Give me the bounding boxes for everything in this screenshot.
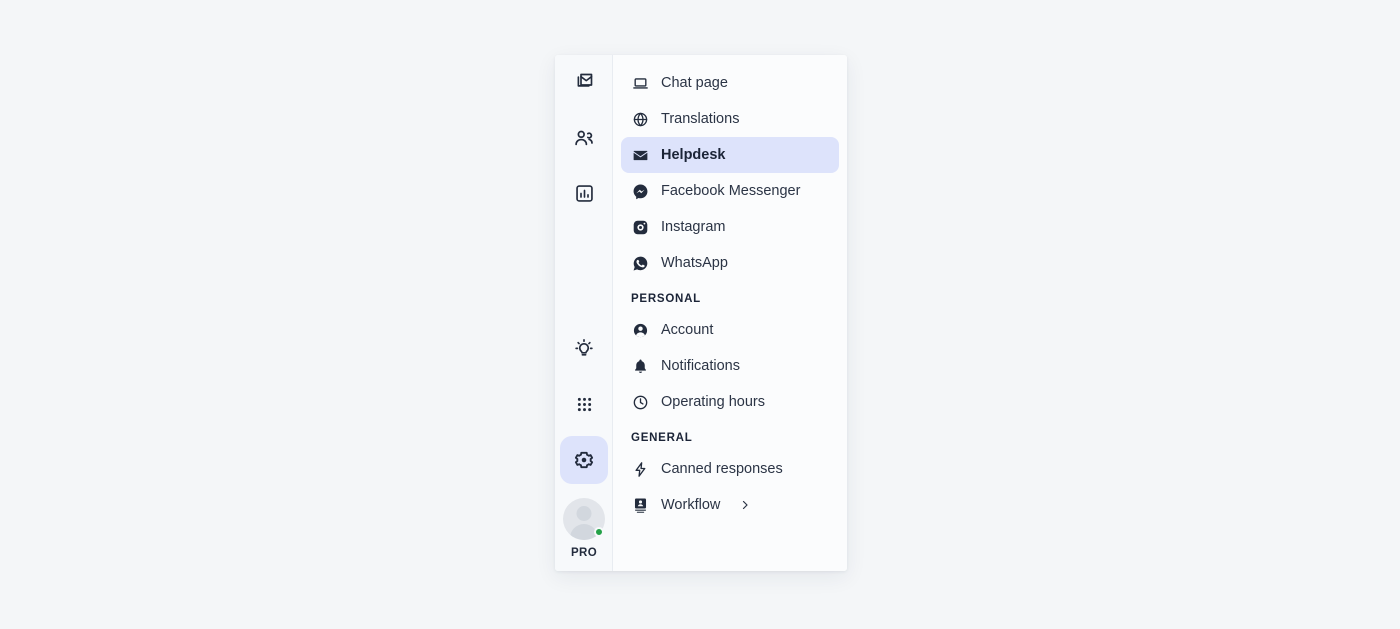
avatar[interactable]	[563, 498, 605, 540]
menu-item-whatsapp[interactable]: WhatsApp	[621, 245, 839, 281]
menu-item-chat-page[interactable]: Chat page	[621, 65, 839, 101]
menu-item-label: Operating hours	[661, 393, 765, 410]
menu-item-label: Notifications	[661, 357, 740, 374]
envelope-icon	[631, 146, 649, 164]
primary-icon-rail: PRO	[555, 55, 613, 571]
laptop-icon	[631, 74, 649, 92]
menu-item-notifications[interactable]: Notifications	[621, 348, 839, 384]
settings-flyout-panel: PRO Chat page Translations Helpdesk Face…	[555, 55, 847, 571]
avatar-head-shape	[576, 506, 592, 521]
menu-item-label: WhatsApp	[661, 254, 728, 271]
menu-item-label: Account	[661, 321, 714, 338]
menu-item-label: Chat page	[661, 74, 728, 91]
lightbulb-icon	[573, 337, 595, 359]
reports-icon	[574, 183, 595, 204]
menu-item-operating-hours[interactable]: Operating hours	[621, 384, 839, 420]
rail-item-apps[interactable]	[560, 380, 608, 428]
menu-item-translations[interactable]: Translations	[621, 101, 839, 137]
menu-item-canned-responses[interactable]: Canned responses	[621, 451, 839, 487]
rail-item-contacts[interactable]	[560, 114, 608, 162]
contacts-icon	[573, 127, 595, 149]
clock-icon	[631, 393, 649, 411]
menu-item-label: Canned responses	[661, 460, 783, 477]
rail-item-settings[interactable]	[560, 436, 608, 484]
user-circle-icon	[631, 321, 649, 339]
menu-item-helpdesk[interactable]: Helpdesk	[621, 137, 839, 173]
section-heading-general: GENERAL	[631, 432, 693, 444]
account-rail-block[interactable]: PRO	[555, 498, 613, 559]
instagram-icon	[631, 218, 649, 236]
workflow-card-icon	[631, 496, 649, 514]
facebook-messenger-icon	[631, 182, 649, 200]
gear-icon	[573, 449, 595, 471]
menu-item-label: Facebook Messenger	[661, 182, 801, 199]
menu-item-label: Instagram	[661, 218, 726, 235]
plan-badge: PRO	[570, 547, 598, 559]
lightning-bolt-icon	[631, 460, 649, 478]
apps-grid-icon	[575, 395, 594, 414]
menu-item-facebook-messenger[interactable]: Facebook Messenger	[621, 173, 839, 209]
menu-item-workflow[interactable]: Workflow	[621, 487, 839, 523]
section-heading-personal: PERSONAL	[631, 293, 701, 305]
chevron-right-icon	[739, 499, 751, 511]
inbox-icon	[574, 71, 595, 92]
whatsapp-icon	[631, 254, 649, 272]
globe-icon	[631, 110, 649, 128]
menu-item-label: Translations	[661, 110, 740, 127]
online-status-indicator	[594, 527, 604, 537]
rail-item-tips[interactable]	[560, 324, 608, 372]
rail-item-reports[interactable]	[560, 169, 608, 217]
menu-item-account[interactable]: Account	[621, 312, 839, 348]
bell-icon	[631, 357, 649, 375]
rail-item-inbox[interactable]	[560, 57, 608, 105]
menu-item-label: Helpdesk	[661, 146, 726, 163]
menu-item-instagram[interactable]: Instagram	[621, 209, 839, 245]
menu-item-label: Workflow	[661, 496, 721, 513]
settings-menu-list: Chat page Translations Helpdesk Facebook…	[613, 55, 847, 571]
